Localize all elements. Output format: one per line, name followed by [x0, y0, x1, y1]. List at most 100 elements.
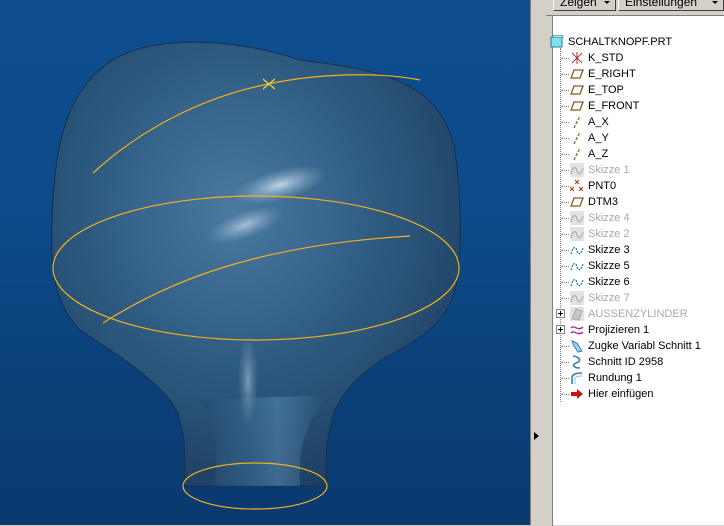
tree-item[interactable]: Skizze 6 [556, 274, 722, 290]
sketch-icon [570, 291, 584, 305]
sketch-icon [570, 163, 584, 177]
tree-item[interactable]: Rundung 1 [556, 370, 722, 386]
tree-connector [561, 298, 569, 299]
tree-item[interactable]: A_X [556, 114, 722, 130]
tree-connector [561, 250, 569, 251]
tree-item-label: Skizze 3 [588, 244, 630, 256]
tree-item[interactable]: Hier einfügen [556, 386, 722, 402]
sketch-icon [570, 259, 584, 273]
tree-connector [561, 218, 569, 219]
tree-item-label: E_RIGHT [588, 68, 636, 80]
tree-item-label: Skizze 2 [588, 228, 630, 240]
tree-item[interactable]: Zugke Variabl Schnitt 1 [556, 338, 722, 354]
tree-item-label: Skizze 6 [588, 276, 630, 288]
tree-connector [561, 170, 569, 171]
tree-item-label: Skizze 4 [588, 212, 630, 224]
tree-connector [561, 378, 569, 379]
sweep-icon [570, 339, 584, 353]
tree-item-label: A_Z [588, 148, 609, 160]
tree-toolbar: Zeigen Einstellungen [546, 0, 724, 12]
tree-item-label: Skizze 5 [588, 260, 630, 272]
datum-axis-icon [570, 131, 584, 145]
tree-item-label: DTM3 [588, 196, 618, 208]
tree-connector [561, 90, 569, 91]
tree-item-label: E_FRONT [588, 100, 640, 112]
sketch-icon [570, 275, 584, 289]
round-icon [570, 371, 584, 385]
tree-item[interactable]: Skizze 7 [556, 290, 722, 306]
tree-item[interactable]: Skizze 2 [556, 226, 722, 242]
datum-axis-icon [570, 115, 584, 129]
tree-connector [561, 394, 569, 395]
tree-item-label: Schnitt ID 2958 [588, 356, 664, 368]
show-menu-button[interactable]: Zeigen [553, 0, 616, 11]
sketch-icon [570, 243, 584, 257]
tree-connector [561, 138, 569, 139]
collapse-arrow-icon[interactable] [534, 432, 539, 440]
tree-connector [561, 282, 569, 283]
datum-point-icon [569, 179, 584, 193]
chevron-down-icon [712, 1, 718, 4]
tree-item[interactable]: A_Z [556, 146, 722, 162]
tree-item-label: PNT0 [588, 180, 617, 192]
datum-axis-icon [570, 147, 584, 161]
datum-plane-icon [570, 67, 584, 81]
tree-item[interactable]: Skizze 3 [556, 242, 722, 258]
tree-item[interactable]: Projizieren 1 [556, 322, 722, 338]
splitter-scrollbar[interactable] [530, 0, 546, 525]
tree-item[interactable]: DTM3 [556, 194, 722, 210]
projection-icon [570, 323, 584, 337]
tree-item-label: Projizieren 1 [588, 324, 650, 336]
tree-item[interactable]: Skizze 4 [556, 210, 722, 226]
tree-item[interactable]: E_RIGHT [556, 66, 722, 82]
tree-item-label: E_TOP [588, 84, 624, 96]
tree-root-part[interactable]: SCHALTKNOPF.PRT [550, 34, 716, 50]
insert-arrow-icon [570, 387, 584, 401]
tree-item[interactable]: E_FRONT [556, 98, 722, 114]
tree-item[interactable]: K_STD [556, 50, 722, 66]
tree-connector [561, 234, 569, 235]
tree-connector [561, 266, 569, 267]
tree-connector [561, 58, 569, 59]
tree-connector [561, 122, 569, 123]
csys-icon [570, 51, 584, 65]
settings-menu-button[interactable]: Einstellungen [618, 0, 724, 11]
tree-item-label: Hier einfügen [588, 388, 654, 400]
tree-item-label: Rundung 1 [588, 372, 642, 384]
model-tree-panel: Zeigen Einstellungen SCHALTKNOPF.PRT K_S… [546, 0, 724, 526]
tree-item[interactable]: E_TOP [556, 82, 722, 98]
model-tree[interactable]: SCHALTKNOPF.PRT K_STD E_RIGHT E_TOP E_FRONT… [546, 15, 724, 526]
tree-root-label: SCHALTKNOPF.PRT [568, 36, 673, 48]
tree-item[interactable]: Skizze 1 [556, 162, 722, 178]
chevron-down-icon [604, 1, 610, 4]
tree-connector [561, 154, 569, 155]
tree-item-label: Zugke Variabl Schnitt 1 [588, 340, 701, 352]
tree-item[interactable]: Skizze 5 [556, 258, 722, 274]
sketch-icon [570, 227, 584, 241]
tree-item-label: A_X [588, 116, 609, 128]
part-icon [550, 35, 564, 49]
tree-connector [561, 346, 569, 347]
cut-icon [570, 355, 584, 369]
expand-plus-icon[interactable] [556, 309, 565, 318]
tree-item[interactable]: PNT0 [556, 178, 722, 194]
tree-item-label: Skizze 7 [588, 292, 630, 304]
datum-plane-icon [570, 195, 584, 209]
tree-item-label: K_STD [588, 52, 624, 64]
tree-connector [561, 106, 569, 107]
tree-connector [561, 202, 569, 203]
expand-plus-icon[interactable] [556, 325, 565, 334]
3d-viewport[interactable] [0, 0, 530, 525]
tree-item[interactable]: AUSSENZYLINDER [556, 306, 722, 322]
settings-menu-label: Einstellungen [625, 0, 698, 9]
tree-item[interactable]: Schnitt ID 2958 [556, 354, 722, 370]
show-menu-label: Zeigen [560, 0, 597, 9]
tree-connector [561, 74, 569, 75]
surface-icon [570, 307, 584, 321]
tree-connector [561, 362, 569, 363]
datum-plane-icon [570, 83, 584, 97]
tree-item-label: A_Y [588, 132, 609, 144]
datum-plane-icon [570, 99, 584, 113]
tree-item[interactable]: A_Y [556, 130, 722, 146]
model-canvas[interactable] [0, 0, 530, 525]
